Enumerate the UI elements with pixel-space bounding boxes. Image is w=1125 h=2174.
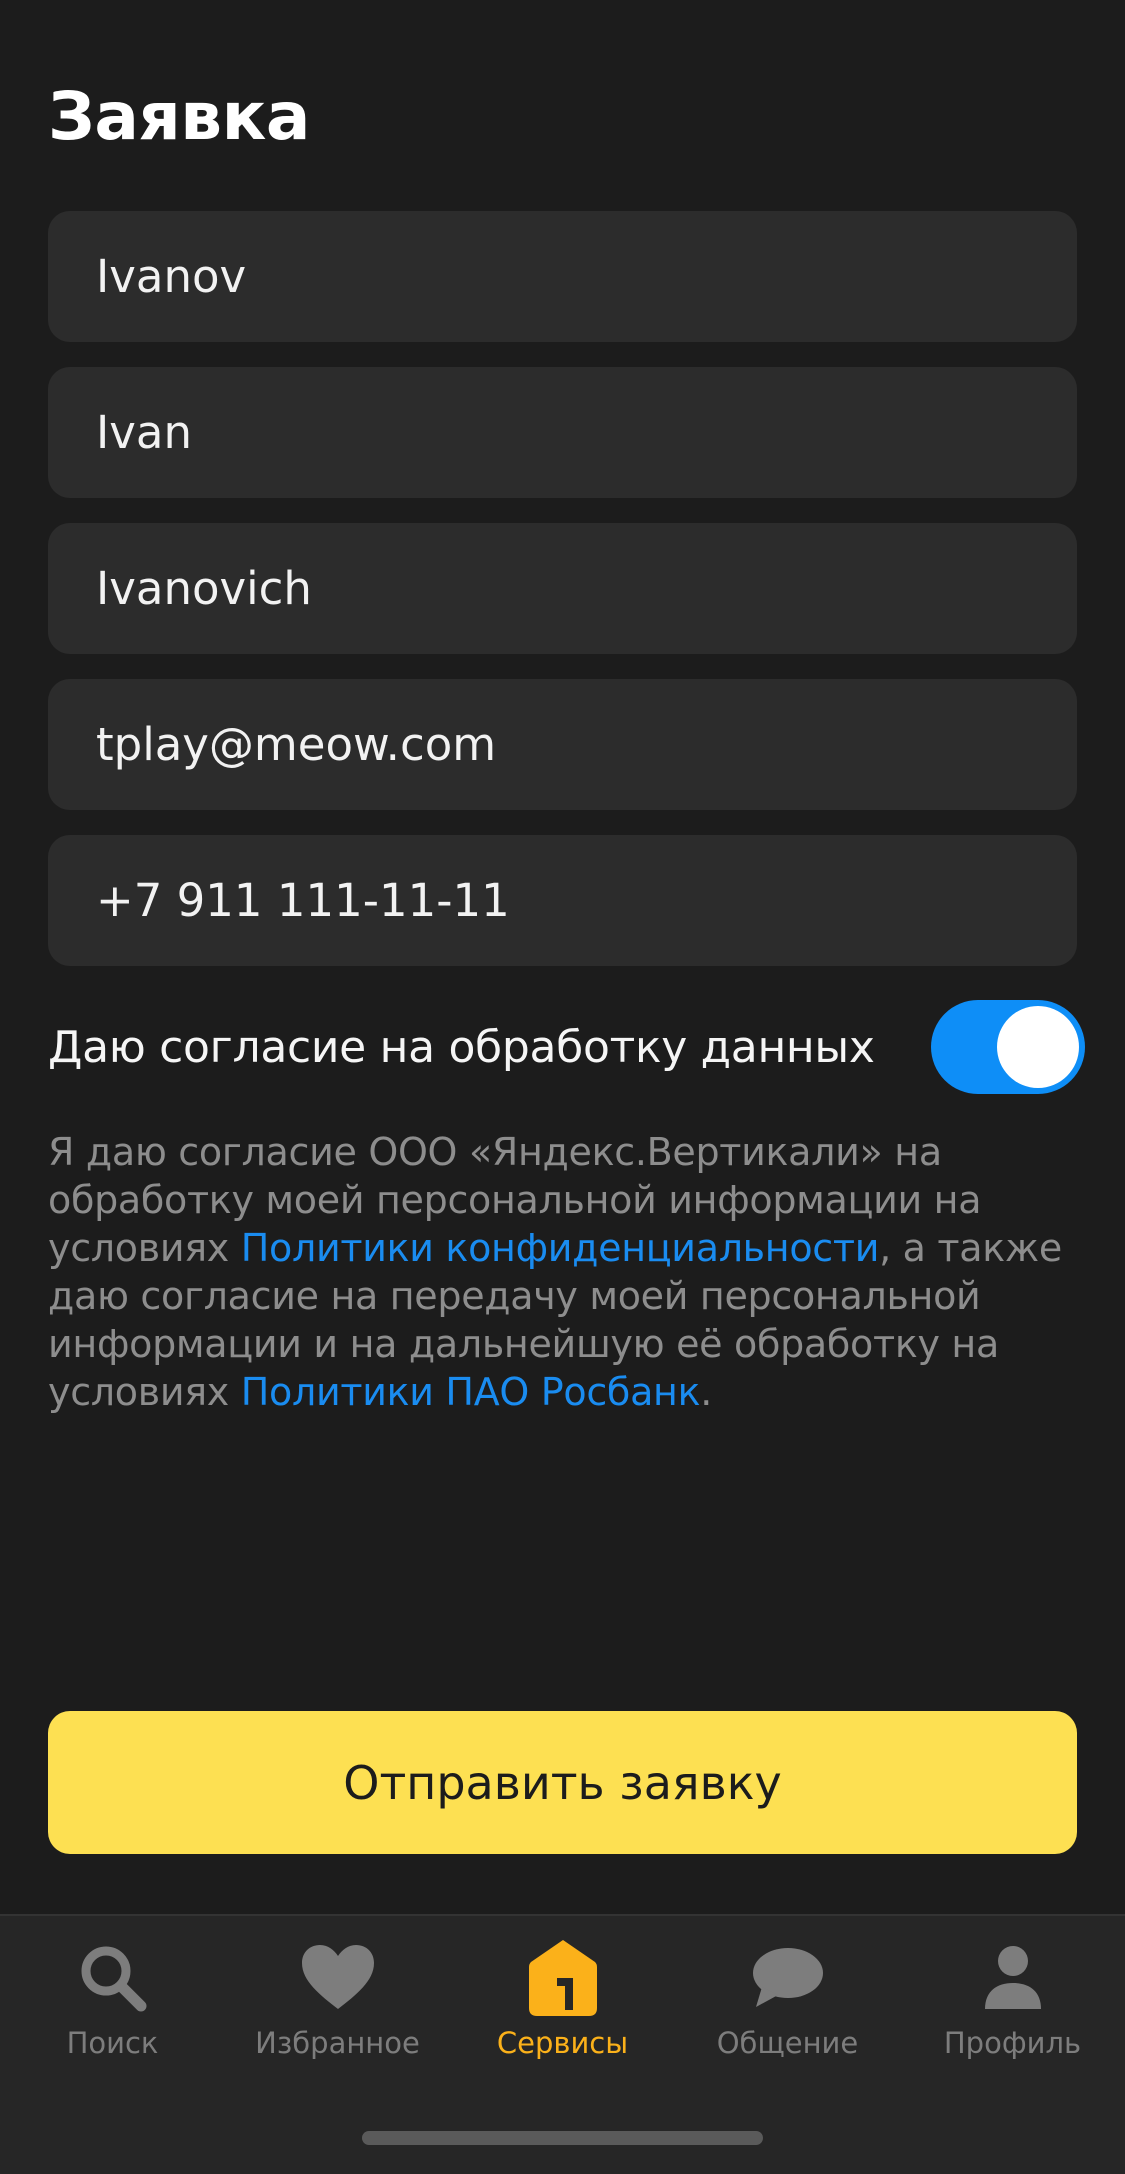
services-icon [523,1938,603,2018]
tab-profile[interactable]: Профиль [900,1938,1125,2068]
toggle-knob [997,1006,1079,1088]
legal-text-part3: . [700,1370,713,1414]
profile-icon [973,1938,1053,2018]
first-name-input[interactable] [96,406,1077,459]
tab-services-label: Сервисы [496,2026,629,2060]
tab-services[interactable]: Сервисы [450,1938,675,2068]
email-field[interactable] [48,679,1077,810]
privacy-policy-link[interactable]: Политики конфиденциальности [241,1226,880,1270]
email-input[interactable] [96,718,1077,771]
tab-favorites-label: Избранное [255,2026,420,2060]
tab-chat[interactable]: Общение [675,1938,900,2068]
page-title: Заявка [48,78,310,155]
submit-button[interactable]: Отправить заявку [48,1711,1077,1854]
tab-search-label: Поиск [66,2026,159,2060]
consent-label: Даю согласие на обработку данных [48,1022,875,1073]
middle-name-input[interactable] [96,562,1077,615]
middle-name-field[interactable] [48,523,1077,654]
heart-icon [298,1938,378,2018]
rosbank-policy-link[interactable]: Политики ПАО Росбанк [241,1370,701,1414]
phone-field[interactable] [48,835,1077,966]
tab-chat-label: Общение [716,2026,859,2060]
search-icon [73,1938,153,2018]
tab-profile-label: Профиль [943,2026,1082,2060]
tab-search[interactable]: Поиск [0,1938,225,2068]
consent-toggle[interactable] [931,1000,1085,1094]
consent-row: Даю согласие на обработку данных [48,1000,1085,1096]
phone-input[interactable] [96,874,1077,927]
home-indicator[interactable] [362,2131,763,2145]
chat-bubble-icon [748,1938,828,2018]
last-name-input[interactable] [96,250,1077,303]
legal-text: Я даю согласие ООО «Яндекс.Вертикали» на… [48,1128,1088,1416]
first-name-field[interactable] [48,367,1077,498]
last-name-field[interactable] [48,211,1077,342]
tab-favorites[interactable]: Избранное [225,1938,450,2068]
